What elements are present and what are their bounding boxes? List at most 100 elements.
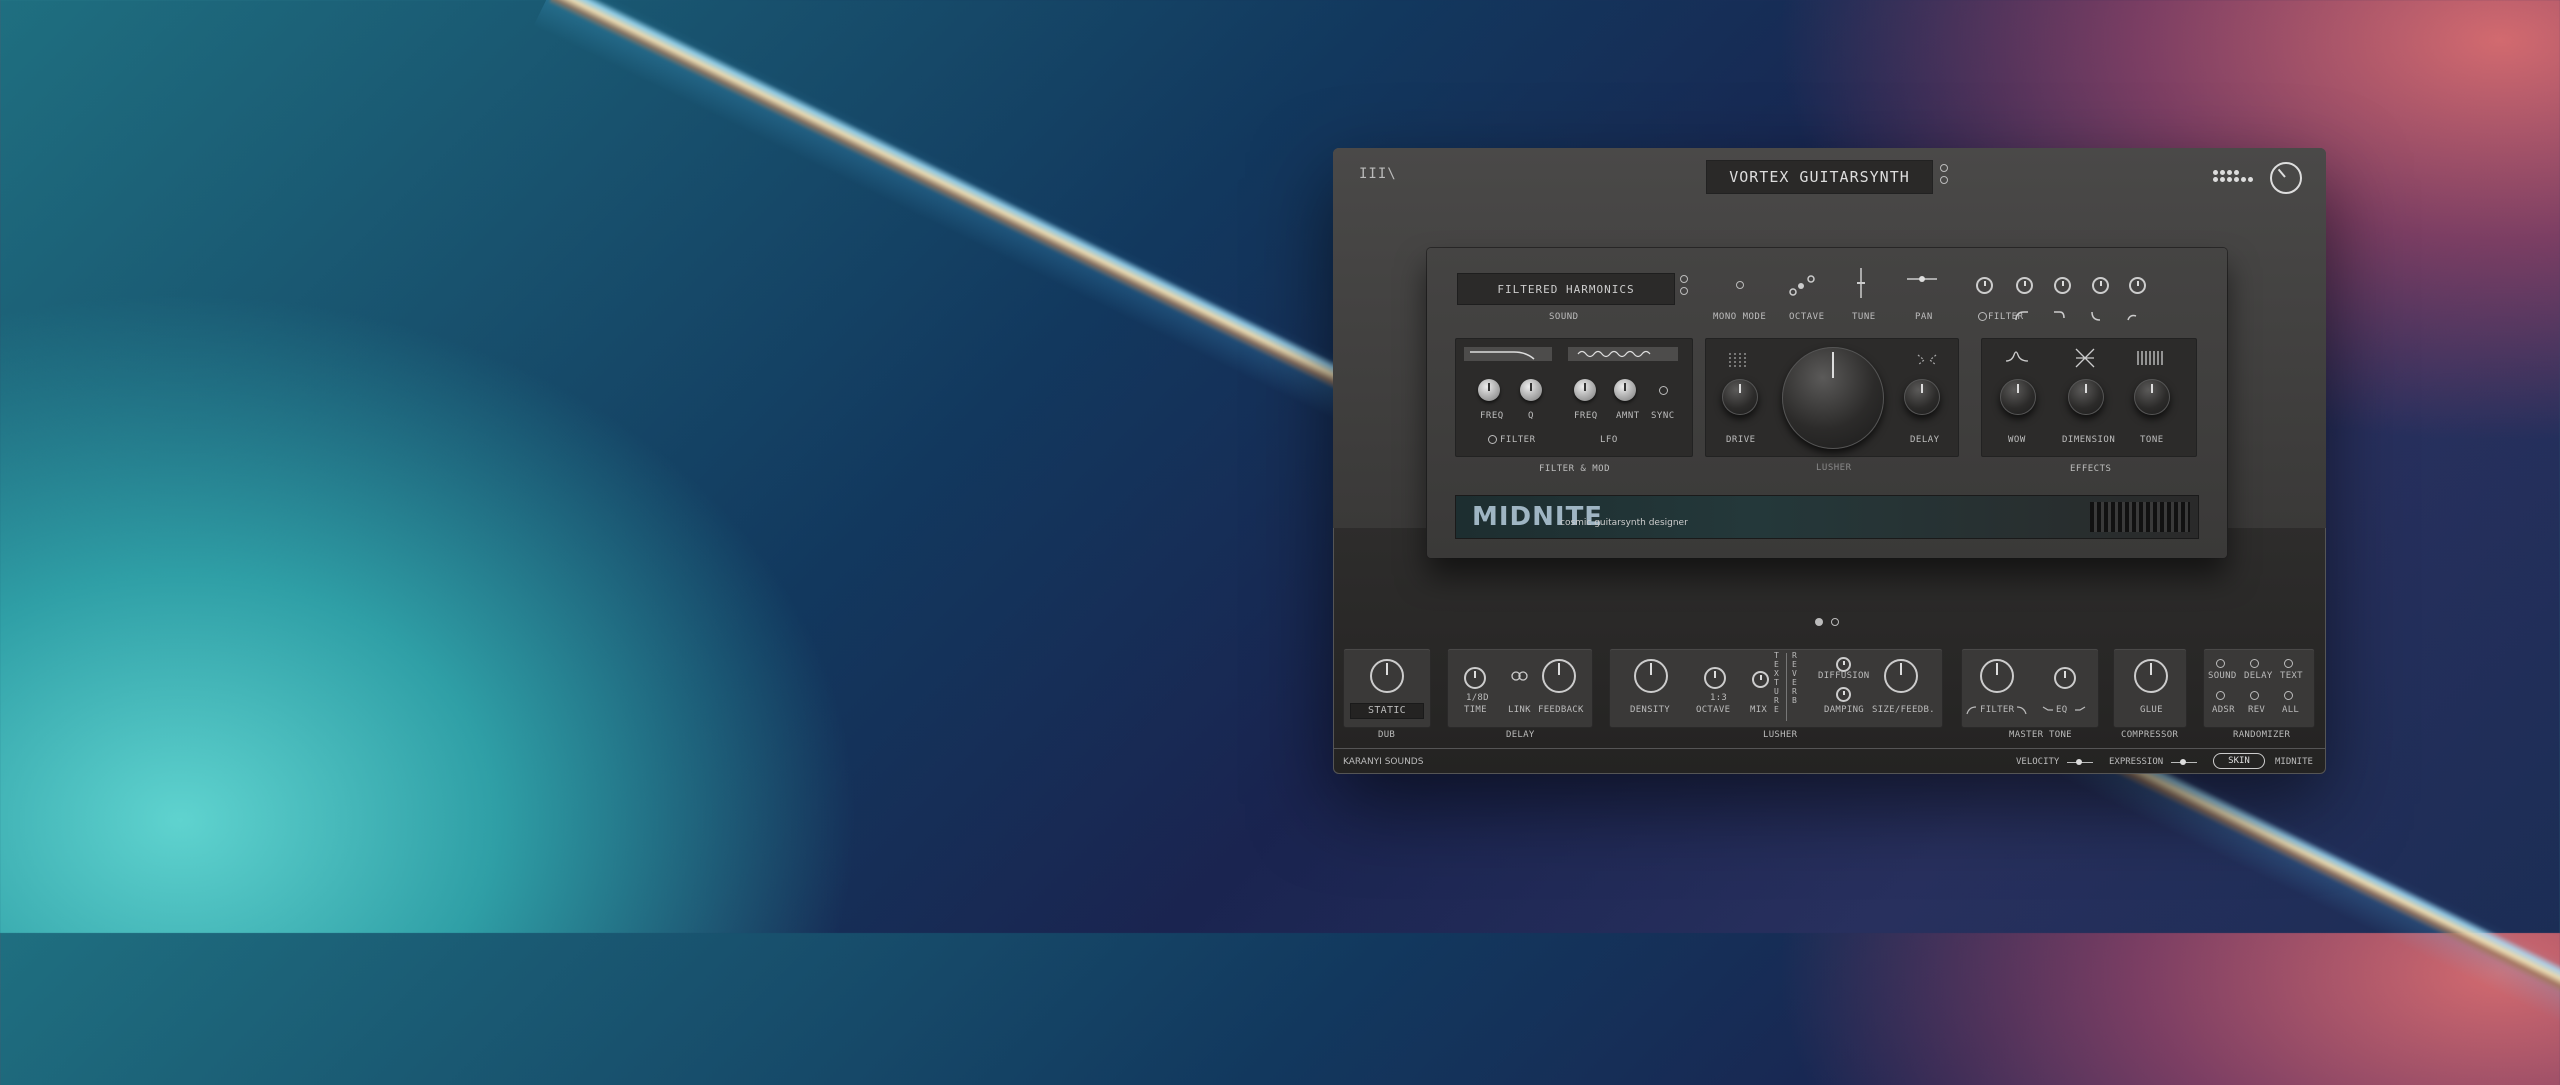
lowcut-icon	[1966, 706, 1977, 715]
preset-prev-icon[interactable]	[1940, 164, 1948, 172]
sound-prev-icon[interactable]	[1680, 275, 1688, 283]
rand-adsr-toggle[interactable]	[2216, 691, 2225, 700]
filter-q-label: Q	[1528, 411, 1534, 421]
dimension-knob[interactable]	[2068, 379, 2104, 415]
mono-mode-icon[interactable]	[1736, 281, 1744, 289]
octave-icon[interactable]	[1787, 268, 1837, 308]
tune-label: TUNE	[1852, 312, 1876, 322]
damping-knob[interactable]	[1836, 687, 1851, 702]
dub-knob[interactable]	[1370, 659, 1404, 693]
filter-enable-toggle[interactable]	[1488, 435, 1497, 444]
rand-rev-toggle[interactable]	[2250, 691, 2259, 700]
expression-slider[interactable]	[2171, 759, 2197, 765]
filter-knob-1[interactable]	[1976, 277, 1993, 294]
size-feedback-knob[interactable]	[1884, 659, 1918, 693]
delay-feedback-knob[interactable]	[1542, 659, 1576, 693]
rand-rev-label: REV	[2248, 705, 2266, 715]
filter-shape-icons[interactable]	[2014, 310, 2144, 322]
dub-label: DUB	[1378, 730, 1396, 740]
master-eq-knob[interactable]	[2054, 667, 2076, 689]
lfo-wave-display[interactable]	[1568, 347, 1678, 361]
drive-knob[interactable]	[1722, 379, 1758, 415]
power-icon[interactable]	[2270, 162, 2302, 194]
lusher-main-knob[interactable]	[1782, 347, 1884, 449]
preset-next-icon[interactable]	[1940, 176, 1948, 184]
filter-curve-display[interactable]	[1464, 347, 1552, 361]
page-dot-inactive[interactable]	[1831, 618, 1839, 626]
rand-text-label: TEXT	[2280, 671, 2303, 681]
filter-knob-3[interactable]	[2054, 277, 2071, 294]
lfo-section-label: LFO	[1600, 435, 1618, 445]
lusher-label: LUSHER	[1816, 463, 1852, 473]
pan-icon[interactable]	[1907, 273, 1941, 285]
page-dot-active[interactable]	[1815, 618, 1823, 626]
master-filter-knob[interactable]	[1980, 659, 2014, 693]
drive-label: DRIVE	[1726, 435, 1756, 445]
filter-knob-2[interactable]	[2016, 277, 2033, 294]
plugin-window: III\ VORTEX GUITARSYNTH FILTERED HARMONI…	[1333, 148, 2326, 774]
lusher-module: TEXTURE REVERB DIFFUSION 1:3 DENSITY OCT…	[1609, 648, 1943, 728]
master-tone-label: MASTER TONE	[2009, 730, 2072, 740]
rand-sound-toggle[interactable]	[2216, 659, 2225, 668]
velocity-label: VELOCITY	[2016, 757, 2060, 767]
compressor-module: GLUE	[2113, 648, 2187, 728]
mono-mode-label: MONO MODE	[1713, 312, 1767, 322]
master-eq-label: EQ	[2056, 705, 2068, 715]
wow-icon	[2005, 351, 2029, 362]
lfo-amount-knob[interactable]	[1614, 379, 1636, 401]
damping-label: DAMPING	[1824, 705, 1865, 715]
link-icon[interactable]	[1510, 671, 1530, 681]
lfo-freq-knob[interactable]	[1574, 379, 1596, 401]
lfo-sync-label: SYNC	[1651, 411, 1675, 421]
delay-module: 1/8D TIME LINK FEEDBACK	[1447, 648, 1593, 728]
brand-logo: III\	[1359, 166, 1397, 182]
density-knob[interactable]	[1634, 659, 1668, 693]
main-panel: FILTERED HARMONICS SOUND MONO MODE OCTAV…	[1427, 248, 2227, 558]
tune-icon[interactable]	[1851, 268, 1871, 302]
octave-label: OCTAVE	[1789, 312, 1825, 322]
wow-label: WOW	[2008, 435, 2026, 445]
lusher-octave-value: 1:3	[1710, 693, 1728, 703]
filter-q-knob[interactable]	[1520, 379, 1542, 401]
filter-section-label: FILTER	[1500, 435, 1536, 445]
density-label: DENSITY	[1630, 705, 1671, 715]
velocity-slider[interactable]	[2067, 759, 2093, 765]
sound-selector[interactable]: FILTERED HARMONICS	[1457, 273, 1675, 305]
delay-label: DELAY	[1910, 435, 1940, 445]
tone-knob[interactable]	[2134, 379, 2170, 415]
grid-menu-icon[interactable]	[2213, 170, 2257, 188]
pan-label: PAN	[1915, 312, 1933, 322]
effects-panel: WOW DIMENSION TONE	[1981, 338, 2197, 457]
filter-knob-4[interactable]	[2092, 277, 2109, 294]
lusher-octave-label: OCTAVE	[1696, 705, 1731, 715]
rand-all-toggle[interactable]	[2284, 691, 2293, 700]
dub-value[interactable]: STATIC	[1350, 703, 1424, 719]
delay-time-knob[interactable]	[1464, 667, 1486, 689]
banner-subtitle: cosmic guitarsynth designer	[1560, 518, 1688, 528]
delay-knob[interactable]	[1904, 379, 1940, 415]
lusher-mix-knob[interactable]	[1752, 671, 1769, 688]
rand-text-toggle[interactable]	[2284, 659, 2293, 668]
lfo-sync-toggle[interactable]	[1659, 386, 1668, 395]
lusher-section-label: LUSHER	[1763, 730, 1798, 740]
preset-title[interactable]: VORTEX GUITARSYNTH	[1706, 160, 1933, 194]
vent-grille	[2090, 502, 2190, 532]
filter-freq-knob[interactable]	[1478, 379, 1500, 401]
skin-button[interactable]: SKIN	[2213, 753, 2265, 769]
glue-knob[interactable]	[2134, 659, 2168, 693]
sound-next-icon[interactable]	[1680, 287, 1688, 295]
rand-all-label: ALL	[2282, 705, 2300, 715]
lusher-octave-knob[interactable]	[1704, 667, 1726, 689]
effects-label: EFFECTS	[2070, 464, 2112, 474]
filter-mod-panel: FREQ Q FREQ AMNT SYNC FILTER LFO	[1455, 338, 1693, 457]
filter-knob-5[interactable]	[2129, 277, 2146, 294]
diffusion-knob[interactable]	[1836, 657, 1851, 672]
midnite-banner: MIDNITE cosmic guitarsynth designer	[1455, 495, 2199, 539]
rand-delay-toggle[interactable]	[2250, 659, 2259, 668]
randomizer-label: RANDOMIZER	[2233, 730, 2291, 740]
master-tone-module: FILTER EQ	[1961, 648, 2099, 728]
filter-toggle-icon[interactable]	[1978, 312, 1987, 321]
wow-knob[interactable]	[2000, 379, 2036, 415]
lusher-mix-label: MIX	[1750, 705, 1768, 715]
delay-section-label: DELAY	[1506, 730, 1535, 740]
